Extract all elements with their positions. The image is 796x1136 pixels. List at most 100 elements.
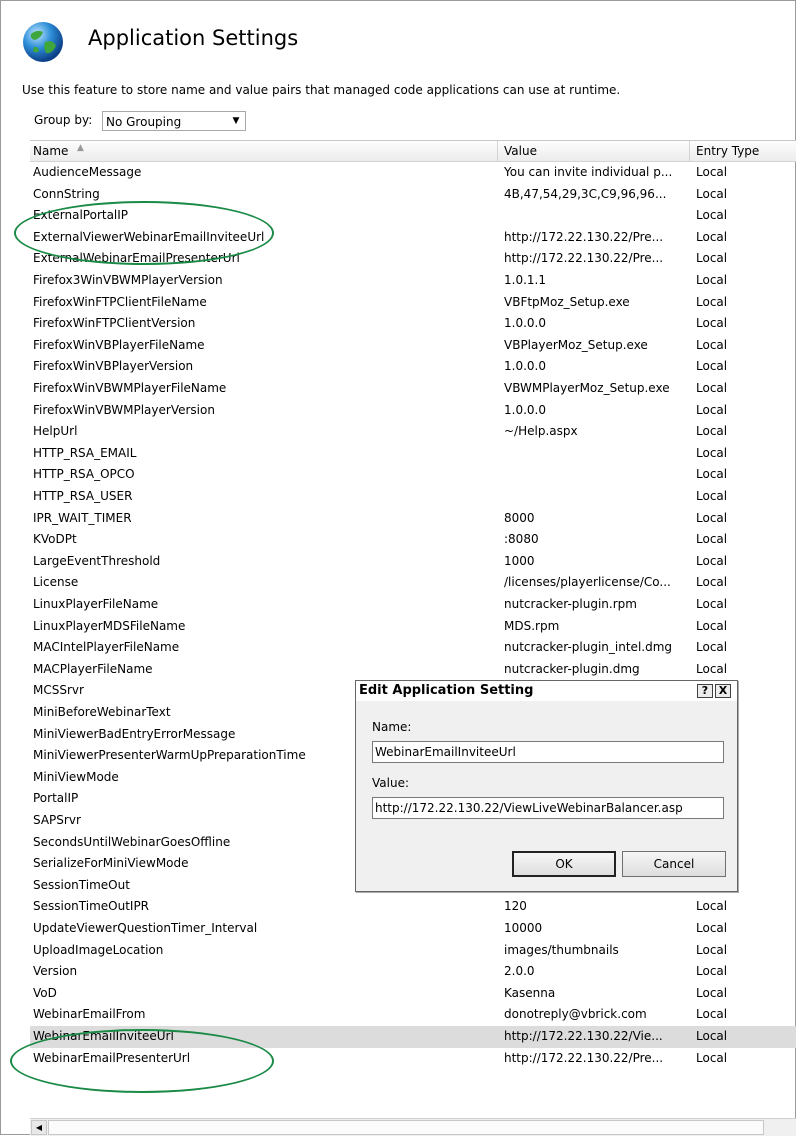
row-name-cell: UploadImageLocation <box>33 942 164 957</box>
name-label: Name: <box>372 720 412 734</box>
column-header-entry-type[interactable]: Entry Type <box>696 144 759 158</box>
row-entry-type-cell: Local <box>696 467 728 482</box>
table-row[interactable]: IPR_WAIT_TIMER 8000 Local <box>30 508 796 530</box>
row-entry-type-cell: Local <box>696 640 728 655</box>
edit-setting-dialog: Edit Application Setting ? X Name: Webin… <box>355 680 738 892</box>
row-value-cell: nutcracker-plugin.rpm <box>504 597 637 611</box>
row-value-cell: 1.0.0.0 <box>504 359 546 374</box>
row-entry-type-cell: Local <box>696 553 728 568</box>
close-button[interactable]: X <box>715 684 731 698</box>
table-row[interactable]: UpdateViewerQuestionTimer_Interval 10000 L… <box>30 918 796 940</box>
value-label: Value: <box>372 776 409 790</box>
row-name-cell: ExternalPortalIP <box>33 208 129 223</box>
row-name-cell: WebinarEmailPresenterUrl <box>33 1050 191 1065</box>
ok-button[interactable]: OK <box>512 851 616 877</box>
row-name-cell: SAPSrvr <box>33 813 81 827</box>
table-row[interactable]: WebinarEmailInviteeUrl http://172.22.130.… <box>30 1026 796 1048</box>
row-entry-type-cell: Local <box>696 337 728 352</box>
row-name-cell: PortalIP <box>33 791 79 806</box>
table-row[interactable]: FirefoxWinVBPlayerFileName VBPlayerMoz_Se… <box>30 335 796 357</box>
row-value-cell: ~/Help.aspx <box>504 424 578 439</box>
row-name-cell: ExternalWebinarEmailPresenterUrl <box>33 251 240 266</box>
table-row[interactable]: SessionTimeOutIPR 120 Local <box>30 896 796 918</box>
row-name-cell: HTTP_RSA_EMAIL <box>33 445 137 460</box>
scrollbar-thumb[interactable] <box>48 1120 764 1135</box>
row-value-cell: donotreply@vbrick.com <box>504 1007 647 1022</box>
table-row[interactable]: ExternalPortalIP Local <box>30 205 796 227</box>
group-by-select[interactable]: No Grouping ▼ <box>102 111 246 131</box>
row-name-cell: WebinarEmailInviteeUrl <box>33 1029 174 1043</box>
row-name-cell: MiniBeforeWebinarText <box>33 705 171 719</box>
settings-table: Name ▲ Value Entry Type AudienceMessage Y… <box>30 140 796 1119</box>
row-entry-type-cell: Local <box>696 165 728 179</box>
row-entry-type-cell: Local <box>696 1029 728 1043</box>
row-name-cell: LinuxPlayerMDSFileName <box>33 618 186 633</box>
row-entry-type-cell: Local <box>696 186 728 201</box>
row-name-cell: FirefoxWinVBWMPlayerVersion <box>33 402 215 417</box>
row-name-cell: FirefoxWinVBWMPlayerFileName <box>33 381 227 395</box>
table-row[interactable]: FirefoxWinFTPClientFileName VBFtpMoz_Setu… <box>30 292 796 314</box>
row-value-cell: http://172.22.130.22/Pre... <box>504 229 664 244</box>
row-name-cell: LargeEventThreshold <box>33 553 161 568</box>
horizontal-scrollbar[interactable]: ◀ <box>30 1118 796 1136</box>
page-title: Application Settings <box>88 26 299 50</box>
table-row[interactable]: ConnString 4B,47,54,29,3C,C9,96,96... Loca… <box>30 184 796 206</box>
row-value-cell: http://172.22.130.22/Pre... <box>504 251 664 266</box>
column-header-name[interactable]: Name <box>33 144 68 158</box>
table-row[interactable]: LinuxPlayerFileName nutcracker-plugin.rpm… <box>30 594 796 616</box>
row-entry-type-cell: Local <box>696 575 728 590</box>
row-value-cell: VBPlayerMoz_Setup.exe <box>504 337 648 352</box>
table-row[interactable]: ExternalViewerWebinarEmailInviteeUrl http… <box>30 227 796 249</box>
table-row[interactable]: ExternalWebinarEmailPresenterUrl http://1… <box>30 248 796 270</box>
row-name-cell: WebinarEmailFrom <box>33 1007 146 1022</box>
name-field[interactable]: WebinarEmailInviteeUrl <box>372 741 724 763</box>
table-row[interactable]: LinuxPlayerMDSFileName MDS.rpm Local <box>30 616 796 638</box>
row-name-cell: IPR_WAIT_TIMER <box>33 510 132 525</box>
table-row[interactable]: LargeEventThreshold 1000 Local <box>30 551 796 573</box>
row-name-cell: VoD <box>33 985 57 1000</box>
chevron-down-icon[interactable]: ▼ <box>229 113 243 129</box>
help-button[interactable]: ? <box>697 684 713 698</box>
value-field[interactable]: http://172.22.130.22/ViewLiveWebinarBala… <box>372 797 724 819</box>
scroll-left-icon[interactable]: ◀ <box>31 1120 47 1135</box>
row-entry-type-cell: Local <box>696 208 728 223</box>
row-value-cell: Kasenna <box>504 985 556 1000</box>
table-row[interactable]: UploadImageLocation images/thumbnails Loca… <box>30 940 796 962</box>
table-row[interactable]: MACIntelPlayerFileName nutcracker-plugin_… <box>30 637 796 659</box>
table-row[interactable]: MACPlayerFileName nutcracker-plugin.dmg Lo… <box>30 659 796 681</box>
column-header-value[interactable]: Value <box>504 144 537 158</box>
table-row[interactable]: FirefoxWinVBPlayerVersion 1.0.0.0 Local <box>30 356 796 378</box>
table-row[interactable]: FirefoxWinVBWMPlayerFileName VBWMPlayerMo… <box>30 378 796 400</box>
row-value-cell: nutcracker-plugin.dmg <box>504 661 640 676</box>
row-entry-type-cell: Local <box>696 402 728 417</box>
table-row[interactable]: VoD Kasenna Local <box>30 983 796 1005</box>
table-row[interactable]: Version 2.0.0 Local <box>30 961 796 983</box>
table-row[interactable]: FirefoxWinFTPClientVersion 1.0.0.0 Local <box>30 313 796 335</box>
table-row[interactable]: WebinarEmailFrom donotreply@vbrick.com Loc… <box>30 1004 796 1026</box>
table-header: Name ▲ Value Entry Type <box>30 141 796 162</box>
row-value-cell: images/thumbnails <box>504 942 619 957</box>
row-entry-type-cell: Local <box>696 661 728 676</box>
row-name-cell: FirefoxWinVBPlayerVersion <box>33 359 194 374</box>
table-row[interactable]: AudienceMessage You can invite individual… <box>30 162 796 184</box>
table-row[interactable]: HTTP_RSA_OPCO Local <box>30 464 796 486</box>
table-row[interactable]: WebinarEmailPresenterUrl http://172.22.13… <box>30 1048 796 1070</box>
table-row[interactable]: FirefoxWinVBWMPlayerVersion 1.0.0.0 Local <box>30 400 796 422</box>
row-name-cell: ExternalViewerWebinarEmailInviteeUrl <box>33 229 265 244</box>
table-row[interactable]: KVoDPt:8080 Local <box>30 529 796 551</box>
table-row[interactable]: Firefox3WinVBWMPlayerVersion 1.0.1.1 Local <box>30 270 796 292</box>
table-row[interactable]: HTTP_RSA_EMAIL Local <box>30 443 796 465</box>
row-name-cell: SecondsUntilWebinarGoesOffline <box>33 834 231 849</box>
row-value-cell: VBWMPlayerMoz_Setup.exe <box>504 381 670 395</box>
table-row[interactable]: HTTP_RSA_USER Local <box>30 486 796 508</box>
row-name-cell: UpdateViewerQuestionTimer_Interval <box>33 921 258 935</box>
row-name-cell: MiniViewerPresenterWarmUpPreparationTime <box>33 748 306 763</box>
cancel-button[interactable]: Cancel <box>622 851 726 877</box>
table-row[interactable]: License/licenses/playerlicense/Co... Loca… <box>30 572 796 594</box>
row-value-cell: 8000 <box>504 510 535 525</box>
globe-icon <box>23 22 63 62</box>
row-value-cell: http://172.22.130.22/Vie... <box>504 1029 663 1043</box>
table-row[interactable]: HelpUrl ~/Help.aspx Local <box>30 421 796 443</box>
row-name-cell: Firefox3WinVBWMPlayerVersion <box>33 273 223 287</box>
row-name-cell: SerializeForMiniViewMode <box>33 856 189 871</box>
